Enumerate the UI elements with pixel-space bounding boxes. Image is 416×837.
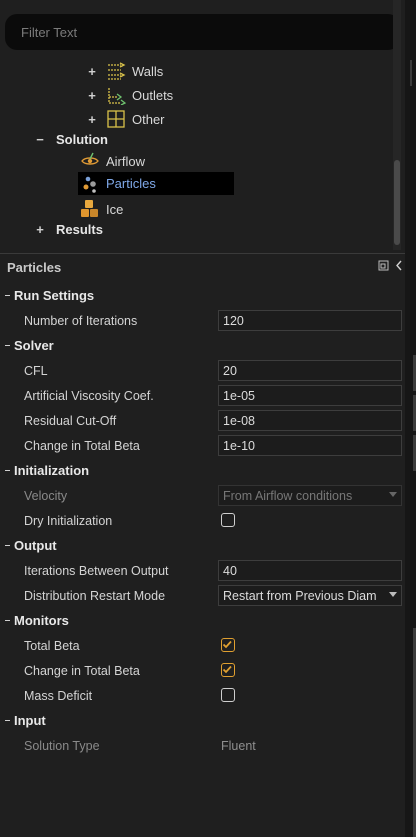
total-beta-checkbox[interactable] [221,638,235,652]
other-icon [107,110,125,128]
velocity-label: Velocity [24,489,68,503]
tree-item-label: Solution [56,131,108,147]
side-panel-edge [405,0,416,837]
tree-item-label: Results [56,221,103,237]
section-run-settings[interactable]: Run Settings [14,288,94,303]
tree-item-results[interactable]: + Results [34,218,103,240]
tree-item-ice[interactable]: Ice [80,198,123,220]
restart-mode-label: Distribution Restart Mode [24,589,166,603]
section-input[interactable]: Input [14,713,46,728]
residual-label: Residual Cut-Off [24,414,117,428]
viscosity-label: Artificial Viscosity Coef. [24,389,154,403]
airflow-icon [81,152,99,165]
detach-icon[interactable] [378,260,389,271]
filter-search[interactable] [5,14,400,50]
collapse-toggle[interactable]: − [34,132,46,147]
tree-item-label: Other [132,111,165,127]
panel-divider[interactable] [0,253,405,254]
total-beta-change-label: Change in Total Beta [24,439,140,453]
particles-icon [83,176,96,193]
dropdown-caret-icon [389,492,397,497]
dropdown-caret-icon [389,592,397,597]
tree-item-other[interactable]: + Other [86,108,165,130]
tree-scrollbar-thumb[interactable] [394,160,400,245]
section-output[interactable]: Output [14,538,57,553]
iterations-label: Number of Iterations [24,314,138,328]
tree-item-solution[interactable]: − Solution [34,128,108,150]
section-monitors[interactable]: Monitors [14,613,69,628]
tree-item-label: Airflow [106,153,146,169]
viscosity-field[interactable]: 1e-05 [218,385,402,406]
tree-item-outlets[interactable]: + Outlets [86,84,173,106]
restart-mode-dropdown[interactable]: Restart from Previous Diam [218,585,402,606]
check-icon [222,640,232,649]
iterations-between-output-field[interactable]: 40 [218,560,402,581]
panel-controls [378,259,403,271]
expand-toggle[interactable]: + [86,64,98,79]
iterations-field[interactable]: 120 [218,310,402,331]
cfl-label: CFL [24,364,48,378]
section-solver[interactable]: Solver [14,338,54,353]
dry-initialization-checkbox[interactable] [221,513,235,527]
cfl-field[interactable]: 20 [218,360,402,381]
velocity-value: From Airflow conditions [223,489,353,503]
panel-title: Particles [7,260,62,275]
restart-mode-value: Restart from Previous Diam [223,589,377,603]
tree-item-label: Ice [106,201,124,217]
solution-type-label: Solution Type [24,739,100,753]
walls-icon [108,62,126,80]
tree-item-label: Walls [132,63,164,79]
residual-field[interactable]: 1e-08 [218,410,402,431]
change-total-beta-checkbox[interactable] [221,663,235,677]
expand-toggle[interactable]: + [34,222,46,237]
outlets-icon [108,88,126,105]
iterations-between-output-label: Iterations Between Output [24,564,169,578]
dry-initialization-label: Dry Initialization [24,514,113,528]
change-total-beta-label: Change in Total Beta [24,664,140,678]
expand-toggle[interactable]: + [86,88,98,103]
mass-deficit-checkbox[interactable] [221,688,235,702]
tree-item-label: Outlets [132,87,174,103]
tree-item-airflow[interactable]: Airflow [80,150,145,172]
tree-item-label: Particles [106,176,156,191]
ice-icon [81,200,98,217]
solution-type-value: Fluent [221,739,256,753]
total-beta-change-field[interactable]: 1e-10 [218,435,402,456]
expand-toggle[interactable]: + [86,112,98,127]
velocity-dropdown[interactable]: From Airflow conditions [218,485,402,506]
mass-deficit-label: Mass Deficit [24,689,93,703]
tree-item-walls[interactable]: + Walls [86,60,163,82]
section-initialization[interactable]: Initialization [14,463,89,478]
check-icon [222,665,232,674]
filter-input[interactable] [5,14,400,50]
total-beta-label: Total Beta [24,639,80,653]
tree-item-particles[interactable]: Particles [78,172,234,195]
collapse-icon[interactable] [395,260,403,271]
